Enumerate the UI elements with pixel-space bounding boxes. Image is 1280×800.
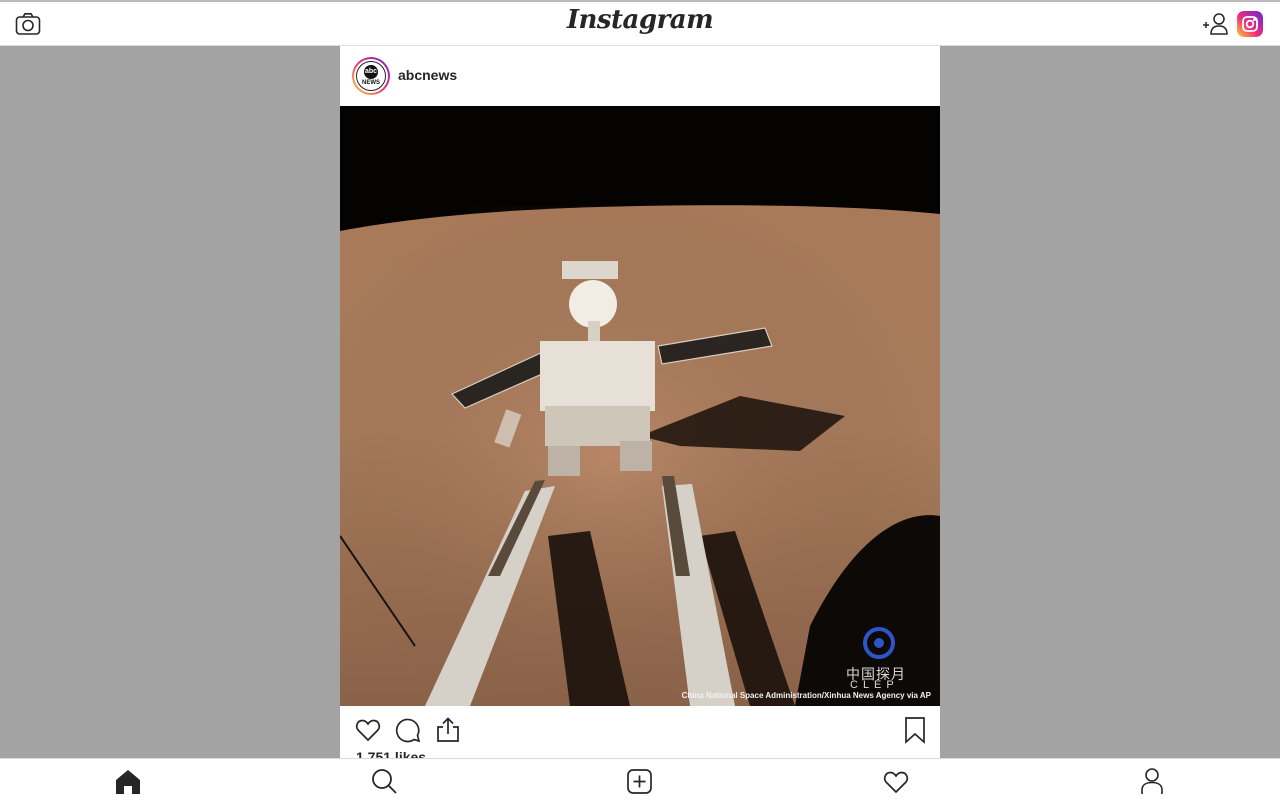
watermark-clep: CLEP [850, 679, 899, 691]
instagram-app-icon[interactable] [1237, 11, 1263, 37]
post-photo[interactable]: 中国探月 CLEP China National Space Administr… [340, 106, 940, 706]
post-card: abc NEWS abcnews 中国探月 CLEP China Nationa… [340, 46, 940, 765]
avatar-frame: abc NEWS [354, 59, 388, 93]
photo-credit: China National Space Administration/Xinh… [681, 691, 931, 700]
abc-news-logo: abc NEWS [356, 61, 386, 91]
avatar-abc-text: abc [364, 65, 378, 79]
avatar-news-text: NEWS [362, 80, 380, 86]
search-icon[interactable] [370, 767, 398, 795]
bottom-navigation-bar [0, 758, 1280, 800]
bookmark-icon[interactable] [901, 716, 929, 744]
avatar[interactable]: abc NEWS [352, 57, 390, 95]
post-header: abc NEWS abcnews [340, 46, 940, 106]
share-icon[interactable] [434, 716, 462, 744]
comment-icon[interactable] [394, 716, 422, 744]
add-user-icon[interactable] [1202, 12, 1230, 36]
post-actions [340, 706, 940, 756]
heart-icon[interactable] [354, 716, 382, 744]
home-icon[interactable] [114, 767, 142, 795]
new-post-icon[interactable] [626, 767, 654, 795]
post-username[interactable]: abcnews [398, 67, 457, 83]
profile-icon[interactable] [1138, 767, 1166, 795]
lunar-rover-photo [340, 106, 940, 706]
instagram-logo[interactable]: Instagram [0, 5, 1280, 35]
top-navigation-bar: Instagram [0, 0, 1280, 46]
activity-icon[interactable] [882, 767, 910, 795]
